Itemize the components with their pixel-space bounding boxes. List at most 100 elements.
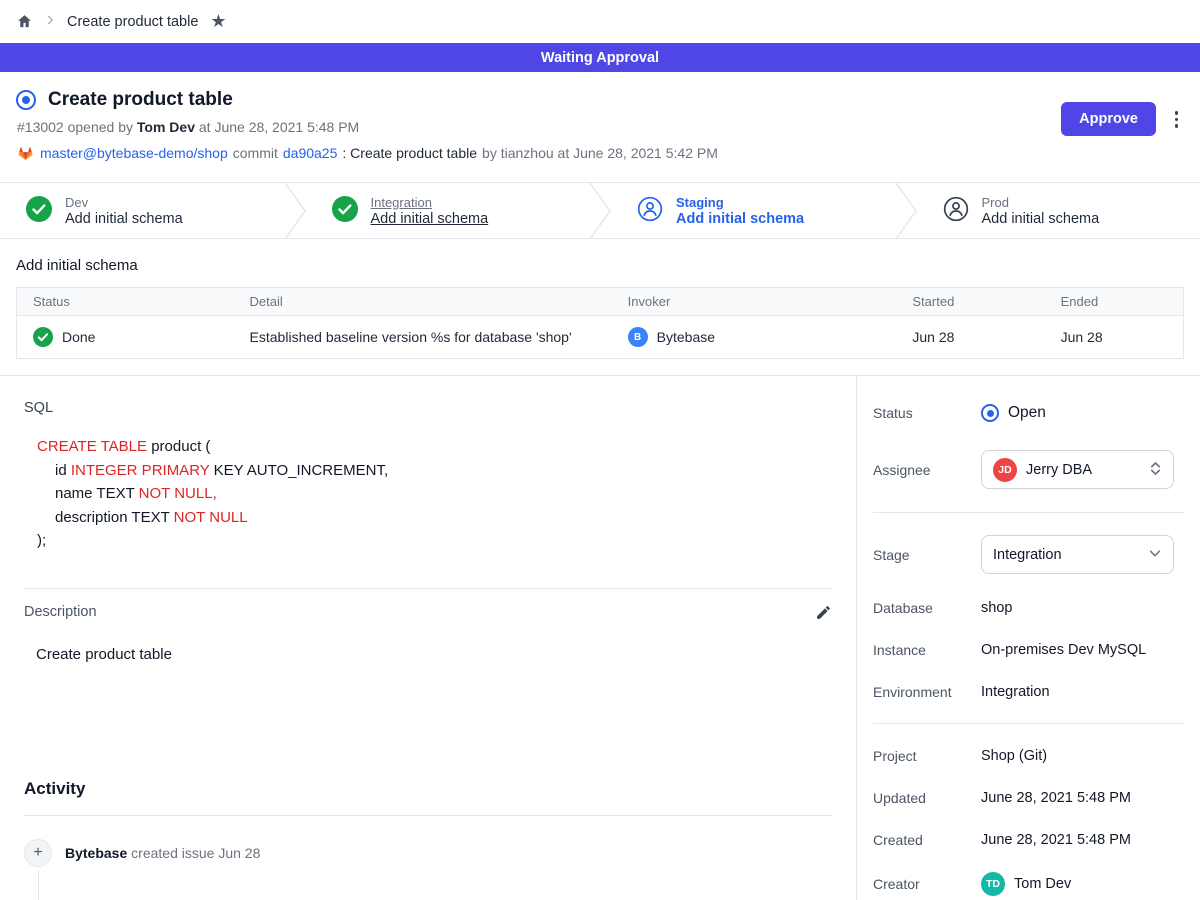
check-circle-icon xyxy=(26,196,52,225)
stage-env-label: Dev xyxy=(65,195,183,210)
edit-pencil-icon[interactable] xyxy=(815,604,832,621)
stage-separator xyxy=(589,183,611,238)
description-text: Create product table xyxy=(36,646,832,663)
stage-env-label: Staging xyxy=(676,195,804,210)
left-panel: SQL CREATE TABLE product ( id INTEGER PR… xyxy=(0,376,857,900)
commit-line: master@bytebase-demo/shop commit da90a25… xyxy=(16,144,1184,162)
issue-author: Tom Dev xyxy=(137,119,195,135)
stage-dev[interactable]: Dev Add initial schema xyxy=(0,183,284,238)
chevron-right-icon xyxy=(43,13,57,30)
chevron-down-icon xyxy=(1148,546,1162,563)
sql-code: CREATE TABLE product ( id INTEGER PRIMAR… xyxy=(37,435,832,553)
check-circle-icon xyxy=(33,327,53,347)
commit-message: : Create product table xyxy=(342,145,477,161)
divider xyxy=(24,588,832,589)
task-status: Done xyxy=(62,329,95,345)
activity-heading: Activity xyxy=(24,779,832,799)
stage-label: Stage xyxy=(873,547,981,563)
creator-avatar: TD xyxy=(981,872,1005,896)
sql-line: id INTEGER PRIMARY KEY AUTO_INCREMENT, xyxy=(37,459,832,483)
issue-meta-suffix: at June 28, 2021 5:48 PM xyxy=(199,119,359,135)
issue-meta: #13002 opened by Tom Dev at June 28, 202… xyxy=(17,119,1184,135)
pipeline: Dev Add initial schema Integration Add i… xyxy=(0,182,1200,239)
divider xyxy=(873,512,1184,513)
col-detail: Detail xyxy=(234,288,612,316)
issue-open-icon xyxy=(981,404,999,422)
description-label: Description xyxy=(24,604,97,620)
person-circle-icon xyxy=(943,196,969,225)
home-icon[interactable] xyxy=(16,13,33,30)
task-table: Status Detail Invoker Started Ended Done… xyxy=(16,287,1184,359)
task-section-title: Add initial schema xyxy=(16,257,1184,274)
activity-actor: Bytebase xyxy=(65,845,127,861)
assignee-label: Assignee xyxy=(873,462,981,478)
sql-line: CREATE TABLE product ( xyxy=(37,435,832,459)
person-circle-icon xyxy=(637,196,663,225)
updated-label: Updated xyxy=(873,790,981,806)
created-value: June 28, 2021 5:48 PM xyxy=(981,832,1131,848)
status-value: Open xyxy=(1008,404,1046,422)
stage-task-label[interactable]: Add initial schema xyxy=(371,211,489,227)
instance-label: Instance xyxy=(873,642,981,658)
issue-title: Create product table xyxy=(48,89,233,111)
stage-select[interactable]: Integration xyxy=(981,535,1174,574)
task-section: Add initial schema Status Detail Invoker… xyxy=(0,239,1200,375)
divider xyxy=(873,723,1184,724)
status-banner-text: Waiting Approval xyxy=(541,50,659,66)
commit-hash-link[interactable]: da90a25 xyxy=(283,145,338,161)
timeline-connector xyxy=(38,870,39,900)
assignee-select[interactable]: JD Jerry DBA xyxy=(981,450,1174,489)
commit-word: commit xyxy=(233,145,278,161)
commit-byline: by tianzhou at June 28, 2021 5:42 PM xyxy=(482,145,718,161)
issue-header: Create product table #13002 opened by To… xyxy=(0,72,1200,182)
activity-item: + Bytebase created issue Jun 28 xyxy=(24,839,832,867)
status-banner: Waiting Approval xyxy=(0,43,1200,72)
database-value: shop xyxy=(981,600,1012,616)
status-label: Status xyxy=(873,405,981,421)
task-table-header-row: Status Detail Invoker Started Ended xyxy=(17,288,1184,316)
plus-icon: + xyxy=(24,839,52,867)
stage-staging[interactable]: Staging Add initial schema xyxy=(611,183,895,238)
sql-line: description TEXT NOT NULL xyxy=(37,506,832,530)
issue-meta-prefix: #13002 opened by xyxy=(17,119,133,135)
creator-value: Tom Dev xyxy=(1014,876,1071,892)
stage-env-label: Prod xyxy=(982,195,1100,210)
task-row: Done Established baseline version %s for… xyxy=(17,316,1184,359)
sql-line: ); xyxy=(37,529,832,553)
assignee-value: Jerry DBA xyxy=(1026,462,1140,478)
sql-label: SQL xyxy=(24,400,832,416)
sql-line: name TEXT NOT NULL, xyxy=(37,482,832,506)
project-value: Shop (Git) xyxy=(981,748,1047,764)
creator-label: Creator xyxy=(873,876,981,892)
stage-task-label: Add initial schema xyxy=(982,211,1100,227)
divider xyxy=(24,815,832,816)
commit-branch-link[interactable]: master@bytebase-demo/shop xyxy=(40,145,228,161)
stage-prod[interactable]: Prod Add initial schema xyxy=(917,183,1200,238)
stage-separator xyxy=(895,183,917,238)
breadcrumb-title[interactable]: Create product table xyxy=(67,14,198,30)
stage-env-label[interactable]: Integration xyxy=(371,195,489,210)
task-invoker: Bytebase xyxy=(657,329,715,345)
kebab-menu-icon[interactable] xyxy=(1171,107,1183,132)
stage-task-label: Add initial schema xyxy=(65,211,183,227)
col-ended: Ended xyxy=(1045,288,1184,316)
col-status: Status xyxy=(17,288,234,316)
stage-separator xyxy=(284,183,306,238)
sidebar: Status Open Assignee JD Jerry DBA Stage … xyxy=(857,376,1200,900)
stage-integration[interactable]: Integration Add initial schema xyxy=(306,183,590,238)
col-invoker: Invoker xyxy=(612,288,897,316)
stage-task-label: Add initial schema xyxy=(676,211,804,227)
task-started: Jun 28 xyxy=(896,316,1044,359)
environment-label: Environment xyxy=(873,684,981,700)
col-started: Started xyxy=(896,288,1044,316)
breadcrumb: Create product table ★ xyxy=(0,0,1200,43)
main-content: SQL CREATE TABLE product ( id INTEGER PR… xyxy=(0,375,1200,900)
chevron-updown-icon xyxy=(1149,461,1162,479)
stage-value: Integration xyxy=(993,547,1139,563)
check-circle-icon xyxy=(332,196,358,225)
task-detail: Established baseline version %s for data… xyxy=(234,316,612,359)
updated-value: June 28, 2021 5:48 PM xyxy=(981,790,1131,806)
environment-value: Integration xyxy=(981,684,1050,700)
star-icon[interactable]: ★ xyxy=(210,11,226,32)
approve-button[interactable]: Approve xyxy=(1061,102,1156,136)
